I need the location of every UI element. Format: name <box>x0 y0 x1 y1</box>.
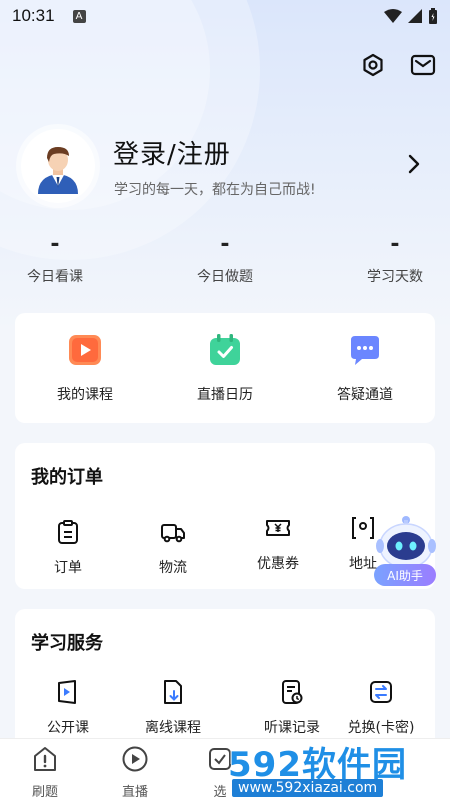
stat-label: 学习天数 <box>367 269 423 285</box>
battery-icon <box>429 8 437 24</box>
quick-my-courses[interactable]: 我的课程 <box>15 333 155 404</box>
service-offline-courses[interactable]: 离线课程 <box>123 679 223 737</box>
home-alert-icon <box>34 747 56 771</box>
notification-a-icon: A <box>72 9 86 23</box>
stat-study-days: - 学习天数 <box>345 232 445 286</box>
service-open-class[interactable]: 公开课 <box>18 679 118 737</box>
order-item-orders[interactable]: 订单 <box>18 519 118 577</box>
avatar <box>21 129 95 203</box>
grid-label: 优惠券 <box>257 556 299 572</box>
quick-label: 我的课程 <box>57 387 113 403</box>
stat-today-questions: - 今日做题 <box>175 232 275 286</box>
exchange-icon <box>370 681 392 703</box>
download-file-icon <box>164 680 182 704</box>
grid-label: 兑换(卡密) <box>347 720 415 736</box>
address-icon <box>352 517 374 539</box>
grid-label: 公开课 <box>47 720 89 736</box>
section-title: 我的订单 <box>31 467 103 488</box>
watermark-url: www.592xiazai.com <box>232 779 384 797</box>
service-redeem[interactable]: 兑换(卡密) <box>331 679 431 737</box>
quick-qa-channel[interactable]: 答疑通道 <box>295 333 435 404</box>
my-orders-card: 我的订单 订单 物流 优惠券 地址 <box>15 443 435 589</box>
nav-label: 直播 <box>121 785 148 800</box>
user-avatar-icon <box>38 147 78 194</box>
play-icon <box>69 335 101 365</box>
mail-icon <box>410 54 436 76</box>
grid-label: 离线课程 <box>145 720 201 736</box>
stat-value: - <box>50 232 60 257</box>
order-item-coupons[interactable]: 优惠券 <box>228 515 328 573</box>
chevron-right-icon[interactable] <box>404 152 424 176</box>
grid-label: 订单 <box>54 560 82 576</box>
grid-label: 物流 <box>159 560 187 576</box>
service-listening-history[interactable]: 听课记录 <box>242 679 342 737</box>
wifi-icon <box>384 9 402 23</box>
status-time: 10:31 <box>12 6 55 25</box>
nav-practice[interactable]: 刷题 <box>15 745 75 800</box>
status-indicators <box>384 8 438 24</box>
grid-label: 听课记录 <box>264 720 320 736</box>
stat-label: 今日看课 <box>27 269 83 285</box>
avatar-container[interactable] <box>16 124 100 208</box>
ai-assistant-badge[interactable]: AI助手 <box>374 564 436 586</box>
quick-actions-card: 我的课程 直播日历 答疑通道 <box>15 313 435 423</box>
quick-label: 直播日历 <box>197 387 253 403</box>
section-title: 学习服务 <box>31 633 103 654</box>
clipboard-icon <box>58 520 78 544</box>
stat-value: - <box>220 232 230 257</box>
coupon-icon <box>266 520 290 536</box>
stat-value: - <box>390 232 400 257</box>
nav-label: 刷题 <box>31 785 58 800</box>
profile-slogan: 学习的每一天，都在为自己而战! <box>114 182 316 198</box>
truck-icon <box>161 524 185 543</box>
status-bar: 10:31 A <box>0 0 450 32</box>
study-stats: - 今日看课 - 今日做题 - 学习天数 <box>0 232 450 292</box>
calendar-check-icon <box>210 334 240 365</box>
live-play-icon <box>122 746 148 772</box>
stat-today-watch: - 今日看课 <box>5 232 105 286</box>
quick-live-calendar[interactable]: 直播日历 <box>155 333 295 404</box>
history-doc-icon <box>282 680 303 704</box>
quick-label: 答疑通道 <box>337 387 393 403</box>
messages-button[interactable] <box>410 52 436 78</box>
login-register-link[interactable]: 登录/注册 <box>113 134 231 171</box>
nav-live[interactable]: 直播 <box>105 745 165 800</box>
watermark: 592软件园 www.592xiazai.com <box>224 735 450 800</box>
chat-icon <box>351 336 379 365</box>
signal-icon <box>408 9 422 23</box>
stat-label: 今日做题 <box>197 269 253 285</box>
video-book-icon <box>58 680 76 704</box>
header-actions <box>360 52 436 78</box>
settings-button[interactable] <box>360 52 386 78</box>
order-item-logistics[interactable]: 物流 <box>123 519 223 577</box>
hexagon-gear-icon <box>363 53 383 77</box>
